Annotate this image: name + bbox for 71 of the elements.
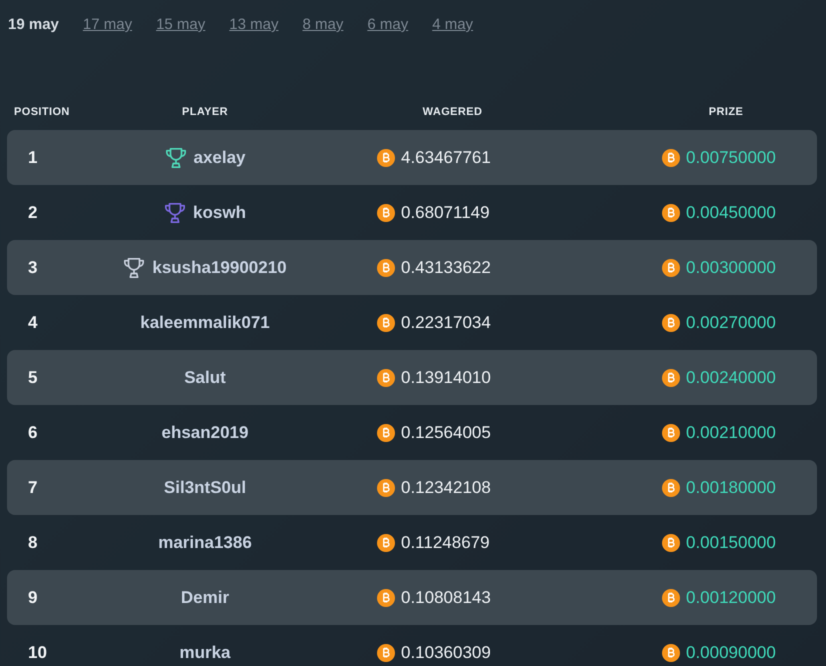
wagered-amount: 0.22317034: [401, 312, 491, 332]
player-name: marina1386: [158, 532, 252, 552]
bitcoin-icon: [377, 534, 395, 552]
bitcoin-icon: [662, 368, 680, 386]
prize-amount: 0.00270000: [686, 312, 776, 332]
position-cell: 10: [28, 642, 47, 662]
bitcoin-icon: [662, 258, 680, 276]
player-name: Sil3ntS0ul: [164, 478, 246, 498]
bitcoin-icon: [377, 424, 395, 442]
prize-amount: 0.00150000: [686, 532, 776, 552]
bitcoin-icon: [377, 204, 395, 222]
position-cell: 3: [28, 258, 38, 276]
player-name: kaleemmalik071: [140, 312, 270, 332]
position-cell: 5: [28, 368, 38, 386]
wagered-amount: 0.10808143: [401, 588, 491, 608]
date-tab[interactable]: 17 may: [82, 16, 132, 34]
player-name: Salut: [184, 368, 226, 388]
wagered-amount: 0.11248679: [401, 532, 490, 552]
bitcoin-icon: [377, 368, 395, 386]
bitcoin-icon: [662, 314, 680, 332]
position-cell: 4: [28, 312, 38, 332]
bitcoin-icon: [377, 258, 395, 276]
prize-amount: 0.00120000: [686, 588, 776, 608]
column-header: POSITION: [14, 106, 70, 118]
date-tab[interactable]: 15 may: [156, 16, 206, 34]
position-cell: 7: [28, 478, 38, 496]
player-name: koswh: [193, 202, 246, 222]
column-header: PLAYER: [182, 106, 228, 118]
player-name: ksusha19900210: [152, 258, 287, 278]
position-cell: 9: [28, 588, 38, 606]
wagered-amount: 0.13914010: [401, 368, 491, 388]
prize-amount: 0.00240000: [686, 368, 776, 388]
prize-amount: 0.00750000: [686, 148, 776, 168]
bitcoin-icon: [662, 644, 680, 662]
wagered-amount: 0.10360309: [401, 642, 491, 662]
bitcoin-icon: [662, 148, 680, 166]
prize-amount: 0.00090000: [686, 642, 776, 662]
date-tab[interactable]: 8 may: [302, 16, 344, 34]
position-cell: 8: [28, 532, 38, 552]
date-tab[interactable]: 6 may: [367, 16, 408, 34]
bitcoin-icon: [377, 314, 395, 332]
bitcoin-icon: [662, 204, 680, 222]
position-cell: 6: [28, 422, 38, 442]
date-tab[interactable]: 13 may: [229, 16, 278, 34]
date-tab[interactable]: 4 may: [432, 16, 474, 34]
player-name: Demir: [180, 588, 230, 608]
date-tab[interactable]: 19 may: [8, 16, 59, 34]
wagered-amount: 0.12564005: [401, 422, 491, 442]
player-name: axelay: [194, 148, 246, 168]
wagered-amount: 0.12342108: [401, 478, 491, 498]
wagered-amount: 4.63467761: [401, 148, 491, 168]
bitcoin-icon: [377, 148, 395, 166]
column-header: PRIZE: [708, 106, 744, 118]
wagered-amount: 0.43133622: [401, 258, 491, 278]
player-name: ehsan2019: [162, 422, 248, 442]
bitcoin-icon: [377, 478, 395, 496]
bitcoin-icon: [662, 534, 680, 552]
prize-amount: 0.00300000: [686, 258, 776, 278]
wagered-amount: 0.68071149: [401, 202, 490, 222]
bitcoin-icon: [377, 644, 395, 662]
player-name: murka: [179, 642, 231, 662]
bitcoin-icon: [662, 424, 680, 442]
position-cell: 2: [28, 202, 38, 222]
position-cell: 1: [28, 148, 38, 166]
bitcoin-icon: [662, 588, 680, 606]
bitcoin-icon: [377, 588, 395, 606]
column-header: WAGERED: [422, 106, 482, 118]
prize-amount: 0.00180000: [686, 478, 776, 498]
bitcoin-icon: [662, 478, 680, 496]
prize-amount: 0.00210000: [686, 422, 776, 442]
prize-amount: 0.00450000: [686, 202, 776, 222]
